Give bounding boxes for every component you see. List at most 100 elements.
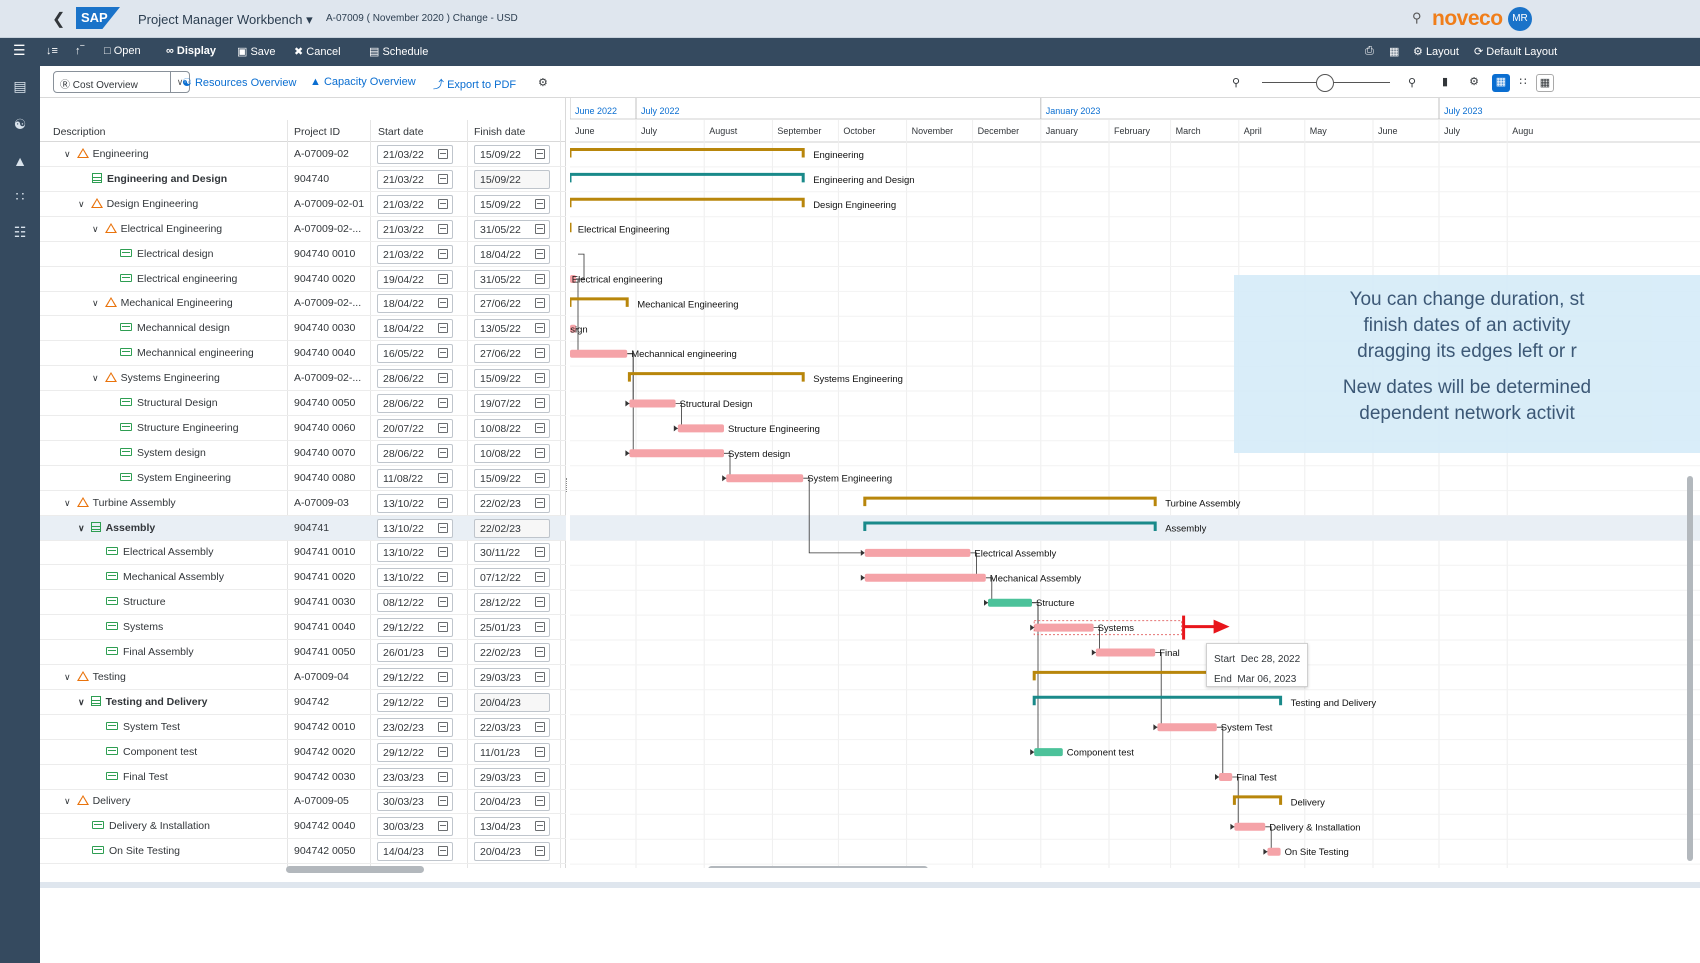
calendar-icon[interactable]	[438, 771, 448, 782]
table-row[interactable]: Electrical engineering 904740 0020 19/04/2…	[40, 267, 566, 292]
calendar-icon[interactable]	[438, 622, 448, 633]
start-date-input[interactable]: 28/06/22	[377, 443, 453, 463]
finish-date-input[interactable]: 11/01/23	[474, 742, 550, 762]
table-row[interactable]: Structure 904741 0030 08/12/22 28/12/22	[40, 590, 566, 616]
table-row[interactable]: ∨ Assembly 904741 13/10/22 22/02/23	[40, 515, 566, 541]
calendar-icon[interactable]	[535, 647, 545, 657]
calendar-icon[interactable]	[438, 671, 448, 682]
menu-icon[interactable]: ☰	[13, 42, 26, 59]
finish-date-input[interactable]: 20/04/23	[474, 842, 550, 862]
column-header-finish-date[interactable]: Finish date	[474, 126, 525, 138]
start-date-input[interactable]: 20/07/22	[377, 418, 453, 438]
calendar-icon[interactable]	[535, 746, 545, 757]
dashboard-icon[interactable]: ▤	[0, 78, 40, 95]
finish-date-input[interactable]: 15/09/22	[474, 145, 550, 164]
chevron-down-icon[interactable]: ∨	[64, 149, 71, 160]
start-date-input[interactable]: 13/10/22	[377, 543, 453, 563]
finish-date-input[interactable]: 13/05/22	[474, 319, 550, 339]
finish-date-input[interactable]: 19/07/22	[474, 394, 550, 413]
sort-icon[interactable]: ↓≡	[46, 45, 58, 57]
app-title[interactable]: Project Manager Workbench ▾	[138, 12, 313, 28]
calendar-icon[interactable]	[438, 149, 448, 159]
calendar-icon[interactable]	[438, 398, 448, 408]
calendar-icon[interactable]	[535, 472, 545, 483]
calendar-icon[interactable]	[535, 273, 545, 284]
start-date-input[interactable]: 21/03/22	[377, 194, 453, 214]
table-row[interactable]: Mechannical design 904740 0030 18/04/22 13/…	[40, 316, 566, 342]
calendar-icon[interactable]	[535, 671, 545, 682]
calendar-icon[interactable]	[535, 398, 545, 408]
start-date-input[interactable]: 19/04/22	[377, 269, 453, 289]
calendar-icon[interactable]	[535, 821, 545, 832]
table-row[interactable]: Final Assembly 904741 0050 26/01/23 22/02/2…	[40, 640, 566, 665]
calendar-icon[interactable]	[438, 373, 448, 384]
table-row[interactable]: Final Test 904742 0030 23/03/23 29/03/23	[40, 765, 566, 790]
settings-icon[interactable]: ⚙	[538, 76, 548, 89]
hierarchy-icon[interactable]: ☷	[0, 224, 40, 241]
table-row[interactable]: Component test 904742 0020 29/12/22 11/01/2…	[40, 740, 566, 765]
split-view-icon[interactable]: ▦	[1492, 74, 1510, 92]
calendar-icon[interactable]	[438, 522, 448, 533]
people-icon[interactable]: ☯	[0, 116, 40, 133]
table-row[interactable]: Mechanical Assembly 904741 0020 13/10/22 07…	[40, 565, 566, 591]
finish-date-input[interactable]: 18/04/22	[474, 244, 550, 264]
calendar-icon[interactable]	[535, 622, 545, 633]
calendar-icon[interactable]	[535, 497, 545, 508]
cancel-button[interactable]: ✖ Cancel	[294, 45, 341, 58]
table-row[interactable]: ∨ Mechanical Engineering A-07009-02-... 18/…	[40, 291, 566, 317]
default-layout-button[interactable]: ⟳ Default Layout	[1474, 45, 1557, 58]
table-row[interactable]: ∨ Design Engineering A-07009-02-01 21/03/22…	[40, 192, 566, 217]
finish-date-input[interactable]: 31/05/22	[474, 269, 550, 289]
save-button[interactable]: ▣ Save	[237, 45, 276, 58]
table-row[interactable]: Engineering and Design 904740 21/03/22 15/0…	[40, 167, 566, 192]
column-header-start-date[interactable]: Start date	[378, 126, 424, 138]
table-row[interactable]: Mechannical engineering 904740 0040 16/05/…	[40, 341, 566, 367]
finish-date-input[interactable]: 25/01/23	[474, 618, 550, 638]
start-date-input[interactable]: 08/12/22	[377, 593, 453, 613]
start-date-input[interactable]: 14/04/23	[377, 842, 453, 862]
finish-date-input[interactable]: 20/04/23	[474, 792, 550, 812]
calendar-icon[interactable]	[535, 721, 545, 732]
column-header-project-id[interactable]: Project ID	[294, 126, 340, 138]
table-row[interactable]: Systems 904741 0040 29/12/22 25/01/23	[40, 615, 566, 641]
finish-date-input[interactable]: 10/08/22	[474, 443, 550, 463]
back-icon[interactable]: ❮	[52, 9, 65, 29]
calendar-icon[interactable]	[535, 771, 545, 782]
calendar-icon[interactable]	[535, 348, 545, 359]
table-row[interactable]: Delivery & Installation 904742 0040 30/03/…	[40, 814, 566, 840]
chevron-down-icon[interactable]: ∨	[78, 199, 85, 210]
chevron-down-icon[interactable]: ∨	[64, 498, 71, 509]
calendar-icon[interactable]	[438, 547, 448, 558]
table-icon[interactable]: ▦	[1389, 45, 1399, 58]
calendar-icon[interactable]	[535, 796, 545, 807]
table-row[interactable]: ∨ Testing A-07009-04 29/12/22 29/03/23	[40, 665, 566, 690]
zoom-out-icon[interactable]: ⚲	[1232, 76, 1240, 89]
start-date-input[interactable]: 30/03/23	[377, 817, 453, 837]
calendar-icon[interactable]	[438, 447, 448, 458]
table-row[interactable]: System Test 904742 0010 23/02/23 22/03/23	[40, 715, 566, 740]
start-date-input[interactable]: 13/10/22	[377, 493, 453, 513]
finish-date-input[interactable]: 29/03/23	[474, 667, 550, 687]
display-button[interactable]: ∞ Display	[166, 45, 216, 57]
table-scrollbar[interactable]	[286, 866, 424, 873]
calendar-icon[interactable]	[535, 447, 545, 458]
calendar-icon[interactable]	[535, 846, 545, 857]
chevron-down-icon[interactable]: ∨	[78, 697, 85, 708]
schedule-button[interactable]: ▤ Schedule	[369, 45, 428, 58]
calendar-icon[interactable]	[535, 198, 545, 209]
start-date-input[interactable]: 21/03/22	[377, 145, 453, 164]
finish-date-input[interactable]: 29/03/23	[474, 767, 550, 787]
table-row[interactable]: Electrical design 904740 0010 21/03/22 18/0…	[40, 242, 566, 267]
calendar-icon[interactable]	[535, 422, 545, 433]
calendar-icon[interactable]	[535, 547, 545, 558]
start-date-input[interactable]: 23/03/23	[377, 767, 453, 787]
layout-button[interactable]: ⚙ Layout	[1413, 45, 1459, 58]
chart-view-icon[interactable]: ∷	[1514, 74, 1532, 92]
finish-date-input[interactable]: 30/11/22	[474, 543, 550, 563]
open-button[interactable]: □ Open	[104, 45, 141, 57]
start-date-input[interactable]: 29/12/22	[377, 618, 453, 638]
gantt-vertical-scrollbar[interactable]	[1687, 476, 1693, 861]
calendar-icon[interactable]	[438, 597, 448, 608]
chevron-down-icon[interactable]: ∨	[78, 523, 85, 534]
start-date-input[interactable]: 18/04/22	[377, 319, 453, 339]
